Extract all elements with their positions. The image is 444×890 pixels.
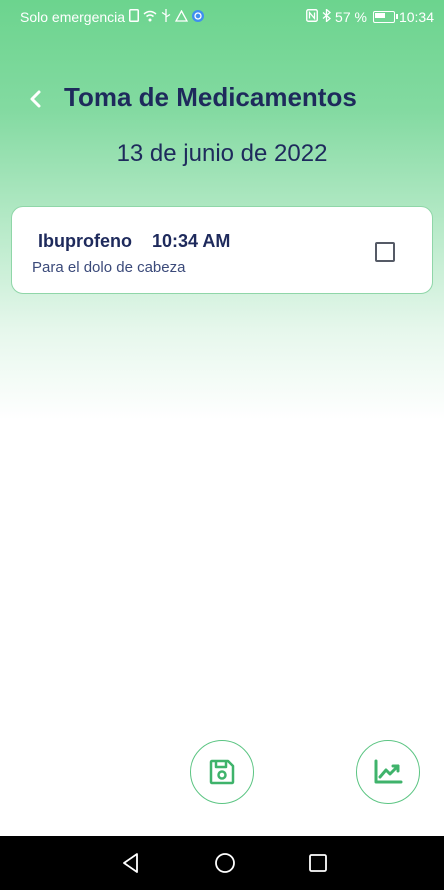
wifi-icon [143, 10, 157, 25]
nfc-icon [306, 9, 318, 25]
battery-icon [372, 11, 398, 23]
battery-percent: 57 % [335, 9, 367, 25]
app-screen: Solo emergencia 57 % 10:34 Toma de Medic… [0, 0, 444, 890]
medication-card: Ibuprofeno 10:34 AM Para el dolo de cabe… [11, 206, 433, 294]
sync-icon [192, 9, 205, 25]
chart-button[interactable] [356, 740, 420, 804]
chevron-left-icon [30, 90, 41, 108]
system-nav-bar [0, 836, 444, 890]
page-date: 13 de junio de 2022 [116, 140, 328, 167]
nav-recents-button[interactable] [305, 850, 331, 876]
status-right: 57 % 10:34 [306, 8, 434, 25]
nav-home-button[interactable] [212, 850, 238, 876]
medication-taken-checkbox[interactable] [375, 242, 395, 262]
medication-name: Ibuprofeno [38, 231, 132, 251]
medication-note: Para el dolo de cabeza [32, 259, 186, 276]
page-title: Toma de Medicamentos [64, 82, 357, 112]
triangle-back-icon [123, 853, 138, 873]
status-bar: Solo emergencia 57 % 10:34 [0, 0, 444, 34]
floppy-disk-icon [209, 759, 235, 785]
save-button[interactable] [190, 740, 254, 804]
status-left: Solo emergencia [20, 9, 205, 25]
circle-home-icon [215, 853, 235, 873]
bluetooth-icon [322, 8, 332, 25]
back-button[interactable] [20, 84, 50, 114]
sim-icon [129, 9, 140, 25]
square-recents-icon [309, 854, 327, 872]
status-time: 10:34 [398, 9, 434, 25]
usb-icon [161, 9, 171, 25]
carrier-text: Solo emergencia [20, 9, 126, 25]
line-chart-icon [374, 759, 403, 784]
warning-icon [174, 9, 189, 25]
medication-time: 10:34 AM [152, 231, 231, 251]
nav-back-button[interactable] [118, 850, 144, 876]
